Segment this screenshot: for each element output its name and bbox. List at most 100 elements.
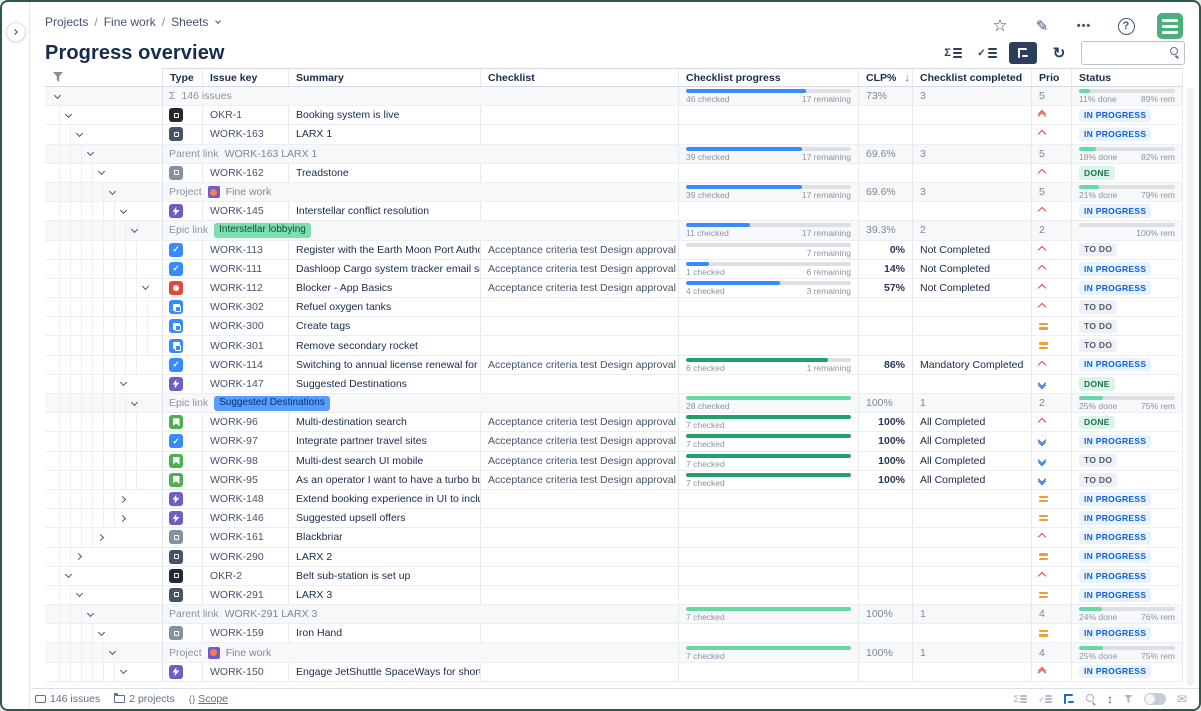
issue-key-cell[interactable]: WORK-98 <box>203 452 289 470</box>
table-row[interactable]: OKR-2Belt sub-station is set upIN PROGRE… <box>45 567 1183 586</box>
column-header-completed[interactable]: Checklist completed <box>913 68 1032 86</box>
table-row[interactable]: WORK-147Suggested DestinationsDONE <box>45 375 1183 394</box>
status-badge[interactable]: TO DO <box>1079 339 1117 353</box>
status-badge[interactable]: IN PROGRESS <box>1079 588 1151 602</box>
status-badge[interactable]: DONE <box>1079 377 1115 391</box>
issue-key-cell[interactable]: WORK-162 <box>203 164 289 182</box>
issue-key-cell[interactable]: WORK-159 <box>203 624 289 642</box>
column-header-status[interactable]: Status <box>1072 68 1183 86</box>
issue-key-cell[interactable]: WORK-96 <box>203 413 289 431</box>
issue-key-cell[interactable]: WORK-290 <box>203 548 289 566</box>
epic-link-badge[interactable]: Interstellar lobbying <box>214 223 311 238</box>
column-header-key[interactable]: Issue key <box>203 68 289 86</box>
status-badge[interactable]: TO DO <box>1079 320 1117 334</box>
table-group-row[interactable]: Parent linkWORK-291 LARX 37 checked100%1… <box>45 605 1183 624</box>
sum-columns-icon[interactable] <box>941 42 965 64</box>
issue-key[interactable]: WORK-98 <box>210 455 258 467</box>
table-row[interactable]: WORK-96Multi-destination searchAcceptanc… <box>45 413 1183 432</box>
expand-chevron-right[interactable] <box>94 530 108 544</box>
table-row[interactable]: WORK-161BlackbriarIN PROGRESS <box>45 528 1183 547</box>
issue-key-cell[interactable]: WORK-150 <box>203 663 289 681</box>
chevron-down-icon[interactable] <box>216 18 222 24</box>
footer-mail-icon[interactable] <box>1177 692 1187 706</box>
expand-chevron-down[interactable] <box>72 127 86 141</box>
status-badge[interactable]: IN PROGRESS <box>1079 627 1151 641</box>
expand-chevron-down[interactable] <box>127 396 141 410</box>
column-header-summary[interactable]: Summary <box>289 68 481 86</box>
status-badge[interactable]: IN PROGRESS <box>1079 281 1151 295</box>
issue-key-cell[interactable]: WORK-112 <box>203 279 289 297</box>
table-row[interactable]: WORK-159Iron HandIN PROGRESS <box>45 624 1183 643</box>
footer-sum-icon[interactable] <box>1014 692 1028 706</box>
table-group-row[interactable]: ProjectFine work39 checked17 remaining69… <box>45 183 1183 202</box>
status-badge[interactable]: IN PROGRESS <box>1079 204 1151 218</box>
issue-key[interactable]: WORK-302 <box>210 301 264 313</box>
table-row[interactable]: WORK-113Register with the Earth Moon Por… <box>45 241 1183 260</box>
issue-key[interactable]: WORK-114 <box>210 359 263 371</box>
expand-chevron-down[interactable] <box>127 223 141 237</box>
table-row[interactable]: WORK-148Extend booking experience in UI … <box>45 490 1183 509</box>
status-badge[interactable]: TO DO <box>1079 300 1117 314</box>
footer-hierarchy-icon[interactable] <box>1063 692 1075 706</box>
issue-key[interactable]: WORK-145 <box>210 205 264 217</box>
issue-key[interactable]: WORK-161 <box>210 531 264 543</box>
column-header-clp[interactable]: CLP%↓ <box>859 68 913 86</box>
expand-chevron-down[interactable] <box>94 166 108 180</box>
issue-key[interactable]: WORK-147 <box>210 378 264 390</box>
issue-key-cell[interactable]: WORK-302 <box>203 298 289 316</box>
issue-key[interactable]: WORK-112 <box>210 282 263 294</box>
issue-key[interactable]: WORK-113 <box>210 244 263 256</box>
issue-key-cell[interactable]: WORK-145 <box>203 202 289 220</box>
issue-key-cell[interactable]: OKR-1 <box>203 106 289 124</box>
issue-key-cell[interactable]: OKR-2 <box>203 567 289 585</box>
footer-filter-icon[interactable] <box>1124 692 1133 706</box>
filter-funnel-icon[interactable] <box>53 72 63 82</box>
issue-key-cell[interactable]: WORK-161 <box>203 528 289 546</box>
structure-app-logo[interactable] <box>1157 13 1183 39</box>
expand-chevron-down[interactable] <box>105 646 119 660</box>
issue-key[interactable]: WORK-148 <box>210 493 264 505</box>
issue-key[interactable]: WORK-291 <box>210 589 264 601</box>
expand-chevron-down[interactable] <box>116 665 130 679</box>
edit-pencil-icon[interactable] <box>1031 15 1053 37</box>
issue-key-cell[interactable]: WORK-114 <box>203 356 289 374</box>
column-header-type[interactable]: Type <box>163 68 203 86</box>
expand-chevron-down[interactable] <box>50 89 64 103</box>
refresh-icon[interactable] <box>1047 42 1071 64</box>
search-icon[interactable] <box>1170 47 1179 56</box>
footer-search-icon[interactable] <box>1086 692 1096 706</box>
issue-key-cell[interactable]: WORK-147 <box>203 375 289 393</box>
issue-key-cell[interactable]: WORK-301 <box>203 336 289 354</box>
issue-key[interactable]: WORK-159 <box>210 627 264 639</box>
status-badge[interactable]: IN PROGRESS <box>1079 435 1151 449</box>
footer-checklist-icon[interactable] <box>1038 692 1052 706</box>
issue-key[interactable]: WORK-97 <box>210 435 258 447</box>
issue-key[interactable]: WORK-163 <box>210 128 264 140</box>
footer-expand-collapse-icon[interactable] <box>1107 692 1113 706</box>
issue-key[interactable]: OKR-2 <box>210 570 242 582</box>
projects-count[interactable]: 2 projects <box>114 693 175 705</box>
expand-chevron-down[interactable] <box>61 108 75 122</box>
table-row[interactable]: WORK-300Create tagsTO DO <box>45 317 1183 336</box>
table-group-row[interactable]: ProjectFine work7 checked100%1425% done7… <box>45 643 1183 662</box>
expand-chevron-right[interactable] <box>72 550 86 564</box>
table-row[interactable]: WORK-111Dashloop Cargo system tracker em… <box>45 260 1183 279</box>
issues-count[interactable]: 146 issues <box>35 693 100 705</box>
table-group-row[interactable]: Parent linkWORK-163 LARX 139 checked17 r… <box>45 145 1183 164</box>
table-row[interactable]: WORK-95As an operator I want to have a t… <box>45 471 1183 490</box>
table-row[interactable]: WORK-98Multi-dest search UI mobileAccept… <box>45 452 1183 471</box>
table-row[interactable]: WORK-291LARX 3IN PROGRESS <box>45 586 1183 605</box>
issue-key[interactable]: WORK-146 <box>210 512 264 524</box>
breadcrumb-projects[interactable]: Projects <box>45 15 88 29</box>
issue-key-cell[interactable]: WORK-300 <box>203 317 289 335</box>
issue-key-cell[interactable]: WORK-146 <box>203 509 289 527</box>
table-row[interactable]: WORK-146Suggested upsell offersIN PROGRE… <box>45 509 1183 528</box>
issue-key-cell[interactable]: WORK-97 <box>203 432 289 450</box>
issue-key[interactable]: WORK-162 <box>210 167 264 179</box>
table-row[interactable]: WORK-145Interstellar conflict resolution… <box>45 202 1183 221</box>
status-badge[interactable]: IN PROGRESS <box>1079 550 1151 564</box>
status-badge[interactable]: IN PROGRESS <box>1079 492 1151 506</box>
column-header-progress[interactable]: Checklist progress <box>679 68 859 86</box>
checklist-columns-icon[interactable] <box>975 42 999 64</box>
expand-chevron-down[interactable] <box>138 281 152 295</box>
